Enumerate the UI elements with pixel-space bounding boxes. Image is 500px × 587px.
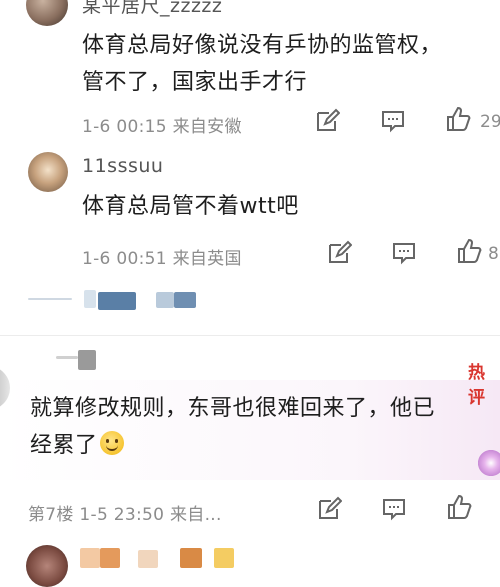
- edit-icon[interactable]: [314, 108, 341, 134]
- thumbs-up-icon[interactable]: [445, 106, 471, 132]
- redacted-block: [28, 298, 72, 300]
- thumbs-up-icon[interactable]: [446, 494, 472, 520]
- comment-line: 管不了，国家出手才行: [82, 70, 308, 95]
- username[interactable]: 11sssuu: [82, 155, 163, 177]
- comment-line: 就算修改规则，东哥也很难回来了，他已: [30, 396, 436, 421]
- redacted-block: [80, 548, 100, 568]
- comment-meta: 第7楼 1-5 23:50 来自...: [28, 505, 222, 525]
- avatar[interactable]: [26, 545, 68, 587]
- like-count: 8: [488, 244, 499, 264]
- redacted-block: [56, 356, 78, 359]
- redacted-block: [156, 292, 174, 308]
- comment-line: 体育总局管不着wtt吧: [82, 194, 299, 219]
- username[interactable]: 某平居尺_zzzzz: [82, 0, 222, 18]
- comment-icon[interactable]: [391, 240, 417, 266]
- edit-icon[interactable]: [316, 496, 343, 522]
- redacted-block: [214, 548, 234, 568]
- comment-text: 体育总局管不着wtt吧: [82, 188, 299, 225]
- comment-meta: 1-6 00:51 来自英国: [82, 249, 242, 269]
- comment-text: 就算修改规则，东哥也很难回来了，他已 经累了: [30, 390, 435, 464]
- redacted-block: [84, 290, 96, 308]
- divider: [0, 335, 500, 336]
- thumbs-up-icon[interactable]: [456, 238, 482, 264]
- like-count: 29: [480, 112, 500, 132]
- redacted-block: [78, 350, 96, 370]
- comment-text: 体育总局好像说没有乒协的监管权， 管不了，国家出手才行: [82, 27, 442, 101]
- comment-line: 经累了: [30, 433, 98, 458]
- redacted-block: [174, 292, 196, 308]
- avatar[interactable]: [28, 152, 68, 192]
- comment-meta: 1-6 00:15 来自安徽: [82, 117, 242, 137]
- redacted-block: [138, 550, 158, 568]
- redacted-block: [180, 548, 202, 568]
- flower-icon: [478, 450, 500, 476]
- comment-icon[interactable]: [381, 496, 407, 522]
- hot-comment-badge: 热评: [468, 363, 486, 408]
- edit-icon[interactable]: [326, 240, 353, 266]
- comment-line: 体育总局好像说没有乒协的监管权，: [82, 33, 443, 58]
- redacted-block: [98, 292, 136, 310]
- smile-emoji-icon: [99, 431, 124, 455]
- comment-icon[interactable]: [380, 108, 406, 134]
- avatar[interactable]: [26, 0, 68, 26]
- redacted-block: [100, 548, 120, 568]
